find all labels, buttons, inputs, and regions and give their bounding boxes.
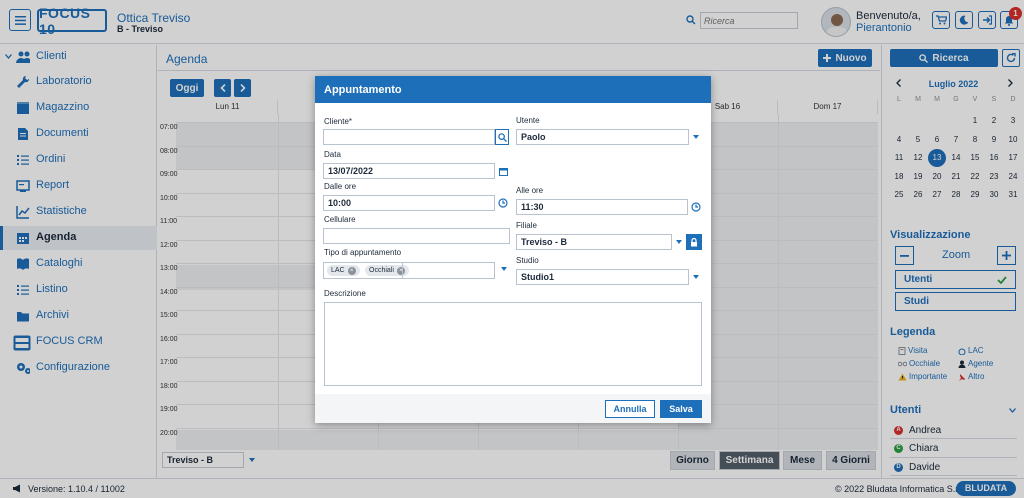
close-icon[interactable]: × bbox=[396, 266, 405, 275]
phone-field[interactable] bbox=[323, 228, 510, 244]
divider bbox=[402, 263, 403, 278]
clock-icon bbox=[498, 198, 508, 208]
utente-select[interactable]: Paolo bbox=[516, 129, 689, 145]
studio-label: Studio bbox=[516, 256, 539, 265]
clock-icon bbox=[691, 202, 701, 212]
end-time-picker-button[interactable] bbox=[689, 199, 703, 215]
appointment-dialog: Appuntamento Cliente* Utente Paolo Data … bbox=[315, 76, 711, 423]
utente-label: Utente bbox=[516, 116, 540, 125]
chevron-down-icon bbox=[501, 267, 507, 271]
chevron-down-icon bbox=[676, 240, 682, 244]
tag-label: LAC bbox=[331, 267, 345, 274]
save-button[interactable]: Salva bbox=[660, 400, 702, 418]
descrizione-label: Descrizione bbox=[324, 289, 366, 298]
calendar-icon bbox=[498, 167, 508, 176]
appointment-type-field[interactable]: LAC × Occhiali × bbox=[323, 262, 495, 279]
type-tag-lac[interactable]: LAC × bbox=[327, 265, 360, 276]
tag-label: Occhiali bbox=[369, 267, 394, 274]
branch-field[interactable]: Treviso - B bbox=[516, 234, 672, 250]
dialog-footer: Annulla Salva bbox=[315, 394, 711, 423]
alle-label: Alle ore bbox=[516, 186, 544, 195]
cliente-label: Cliente* bbox=[324, 117, 353, 126]
cancel-button[interactable]: Annulla bbox=[605, 400, 655, 418]
filiale-label: Filiale bbox=[516, 221, 537, 230]
close-icon[interactable]: × bbox=[347, 266, 356, 275]
chevron-down-icon bbox=[693, 135, 699, 139]
cliente-field[interactable] bbox=[323, 129, 495, 145]
dalle-label: Dalle ore bbox=[324, 182, 357, 191]
chevron-down-icon bbox=[693, 275, 699, 279]
branch-lock-button[interactable] bbox=[686, 234, 702, 250]
tipo-label: Tipo di appuntamento bbox=[324, 248, 402, 257]
start-time-field[interactable]: 10:00 bbox=[323, 195, 495, 211]
date-picker-button[interactable] bbox=[496, 163, 510, 179]
data-label: Data bbox=[324, 150, 341, 159]
search-icon bbox=[497, 132, 507, 142]
cliente-search-button[interactable] bbox=[495, 129, 509, 145]
start-time-picker-button[interactable] bbox=[496, 195, 510, 211]
date-field[interactable]: 13/07/2022 bbox=[323, 163, 495, 179]
description-textarea[interactable] bbox=[324, 302, 702, 386]
lock-icon bbox=[691, 237, 697, 246]
cellulare-label: Cellulare bbox=[324, 215, 356, 224]
studio-select[interactable]: Studio1 bbox=[516, 269, 689, 285]
dialog-title: Appuntamento bbox=[315, 76, 711, 103]
end-time-field[interactable]: 11:30 bbox=[516, 199, 688, 215]
